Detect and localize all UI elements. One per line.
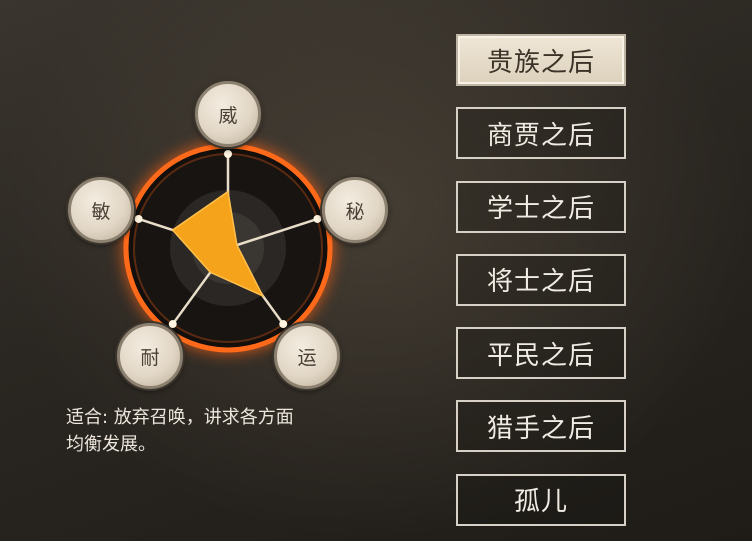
radar-spoke-end-yun: [279, 320, 288, 329]
stat-node-wei: 威: [195, 81, 261, 147]
stat-node-yun: 运: [274, 323, 340, 389]
stat-label-mi: 秘: [345, 200, 365, 223]
origin-description: 适合: 放弃召唤，讲求各方面 均衡发展。: [66, 404, 406, 458]
description-line-2: 均衡发展。: [66, 434, 156, 455]
radar-spoke-end-mi: [313, 214, 322, 223]
origin-list: 贵族之后 商贾之后 学士之后 将士之后 平民之后 猎手之后 孤儿: [456, 34, 626, 541]
radar-spoke-end-wei: [224, 150, 232, 158]
origin-button-hunter[interactable]: 猎手之后: [456, 400, 626, 453]
stat-label-wei: 威: [218, 104, 238, 127]
origin-button-commoner[interactable]: 平民之后: [456, 327, 626, 380]
stat-label-yun: 运: [297, 346, 317, 369]
origin-button-noble[interactable]: 贵族之后: [456, 34, 626, 86]
stat-label-min: 敏: [91, 200, 111, 223]
stat-node-mi: 秘: [322, 177, 388, 243]
stat-label-nai: 耐: [140, 346, 160, 369]
origin-button-soldier[interactable]: 将士之后: [456, 253, 626, 306]
radar-spoke-end-min: [134, 214, 143, 223]
origin-button-merchant[interactable]: 商贾之后: [456, 107, 626, 160]
stat-node-min: 敏: [68, 177, 134, 243]
origin-button-scholar[interactable]: 学士之后: [456, 180, 626, 233]
stat-node-nai: 耐: [117, 323, 183, 389]
radar-spoke-end-nai: [168, 320, 177, 329]
origin-button-orphan[interactable]: 孤儿: [456, 473, 626, 526]
description-line-1: 适合: 放弃召唤，讲求各方面: [66, 407, 294, 428]
